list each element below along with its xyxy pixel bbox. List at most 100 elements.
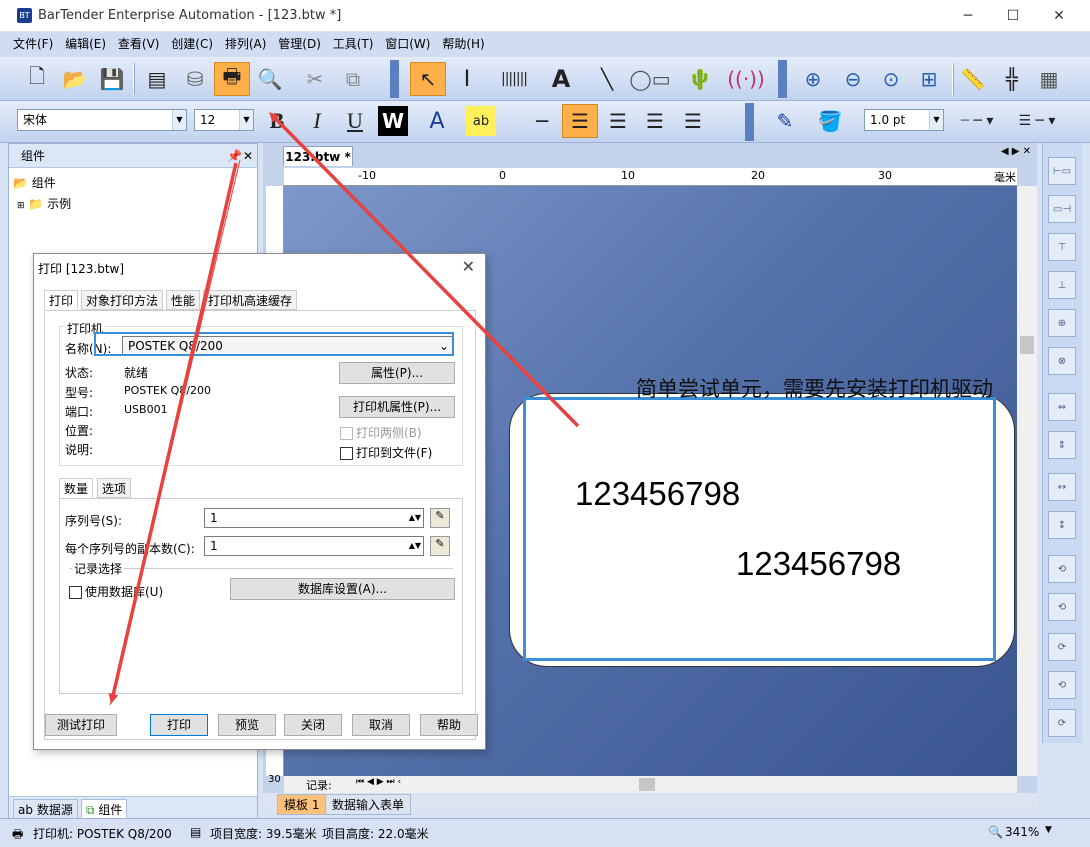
database-icon[interactable]: ⛁ bbox=[180, 64, 210, 94]
page-setup-icon[interactable]: ▤ bbox=[142, 64, 172, 94]
font-size-select[interactable]: 12 ▼ bbox=[194, 109, 254, 131]
new-document-icon[interactable]: 🗋 bbox=[22, 64, 52, 94]
close-dialog-button[interactable]: 关闭 bbox=[284, 714, 342, 736]
tab-performance[interactable]: 性能 bbox=[166, 290, 201, 310]
duplex-checkbox[interactable]: 打印两侧(B) bbox=[340, 424, 422, 441]
save-icon[interactable]: 💾 bbox=[97, 64, 127, 94]
toolbar-overflow-icon[interactable] bbox=[778, 60, 787, 98]
menu-tools[interactable]: 工具(T) bbox=[333, 32, 374, 57]
tab-template-1[interactable]: 模板 1 bbox=[277, 794, 327, 815]
rotate-90-cw-icon[interactable]: ⟳ bbox=[1048, 633, 1076, 661]
print-preview-icon[interactable]: 🔍 bbox=[255, 64, 285, 94]
zoom-fit-icon[interactable]: ⊙ bbox=[876, 64, 906, 94]
guides-icon[interactable]: ╬ bbox=[997, 64, 1027, 94]
rfid-icon[interactable]: ((·)) bbox=[727, 64, 765, 94]
tab-object-print-method[interactable]: 对象打印方法 bbox=[81, 290, 164, 310]
spinner-icon[interactable]: ▲▼ bbox=[409, 537, 421, 555]
close-icon[interactable]: ✕ bbox=[243, 144, 253, 168]
align-right-objects-icon[interactable]: ▭⊣ bbox=[1048, 195, 1076, 223]
tab-data-entry-form[interactable]: 数据输入表单 bbox=[325, 794, 412, 815]
rotate-90-icon[interactable]: ⟲ bbox=[1048, 555, 1076, 583]
align-center-objects-icon[interactable]: ⊕ bbox=[1048, 309, 1076, 337]
distribute-horizontal-icon[interactable]: ⇔ bbox=[1048, 393, 1076, 421]
zoom-dropdown-icon[interactable]: ▼ bbox=[1045, 825, 1052, 835]
tab-components[interactable]: ⧉ 组件 bbox=[81, 799, 128, 820]
tree-root[interactable]: 📂 组件 bbox=[13, 174, 56, 191]
toolbar-overflow-icon[interactable] bbox=[745, 103, 754, 141]
line-end-icon[interactable]: ☰ ─ ▾ bbox=[1010, 106, 1064, 136]
label-text-1[interactable]: 123456798 bbox=[575, 475, 740, 513]
menu-create[interactable]: 创建(C) bbox=[171, 32, 213, 57]
close-icon[interactable]: ✕ bbox=[462, 257, 475, 276]
print-icon[interactable]: 🖶 bbox=[214, 62, 250, 96]
label-text-2[interactable]: 123456798 bbox=[736, 545, 901, 583]
cancel-button[interactable]: 取消 bbox=[352, 714, 410, 736]
word-wrap-icon[interactable]: W bbox=[378, 106, 408, 136]
underline-icon[interactable]: U bbox=[340, 106, 370, 136]
line-color-icon[interactable]: ✎ bbox=[770, 106, 800, 136]
spinner-icon[interactable]: ▲▼ bbox=[409, 509, 421, 527]
align-justify-icon[interactable]: ☰ bbox=[678, 106, 708, 136]
zoom-out-icon[interactable]: ⊖ bbox=[838, 64, 868, 94]
horizontal-scrollbar[interactable]: 记录: ⏮ ◀ ▶ ⏭ ‹ bbox=[284, 776, 1017, 793]
font-color-icon[interactable]: A bbox=[422, 106, 452, 136]
select-pointer-icon[interactable]: ↖ bbox=[410, 62, 446, 96]
scroll-thumb[interactable] bbox=[1020, 336, 1034, 354]
status-zoom[interactable]: 341% bbox=[1005, 825, 1039, 839]
tab-document[interactable]: 123.btw * bbox=[283, 146, 353, 166]
rotate-1-icon[interactable]: ⟲ bbox=[1048, 671, 1076, 699]
bold-icon[interactable]: B bbox=[262, 106, 292, 136]
ruler-icon[interactable]: 📏 bbox=[958, 64, 988, 94]
cut-icon[interactable]: ✂ bbox=[300, 64, 330, 94]
align-left-objects-icon[interactable]: ⊢▭ bbox=[1048, 157, 1076, 185]
menu-view[interactable]: 查看(V) bbox=[118, 32, 160, 57]
menu-window[interactable]: 窗口(W) bbox=[385, 32, 430, 57]
tab-quantity[interactable]: 数量 bbox=[59, 478, 94, 498]
toolbar-overflow-icon[interactable] bbox=[390, 60, 399, 98]
scroll-thumb[interactable] bbox=[639, 778, 655, 791]
use-database-checkbox[interactable]: 使用数据库(U) bbox=[69, 583, 163, 600]
highlight-color-icon[interactable]: ab bbox=[466, 106, 496, 136]
print-button[interactable]: 打印 bbox=[150, 714, 208, 736]
shape-tool-icon[interactable]: ◯▭ bbox=[629, 64, 670, 94]
line-width-select[interactable]: 1.0 pt ▼ bbox=[864, 109, 944, 131]
print-to-file-checkbox[interactable]: 打印到文件(F) bbox=[340, 444, 432, 461]
pin-icon[interactable]: 📌 bbox=[227, 144, 242, 168]
zoom-in-icon[interactable]: ⊕ bbox=[798, 64, 828, 94]
minimize-button[interactable]: ─ bbox=[953, 6, 983, 26]
same-width-icon[interactable]: ↔ bbox=[1048, 473, 1076, 501]
menu-edit[interactable]: 编辑(E) bbox=[65, 32, 106, 57]
fill-color-icon[interactable]: 🪣 bbox=[815, 106, 845, 136]
tab-datasource[interactable]: ab 数据源 bbox=[13, 799, 78, 820]
tree-item-sample[interactable]: ⊞ 📁 示例 bbox=[17, 195, 71, 212]
italic-icon[interactable]: I bbox=[302, 106, 332, 136]
picture-tool-icon[interactable]: 🌵 bbox=[680, 64, 720, 94]
copies-input[interactable]: 1 ▲▼ bbox=[204, 536, 424, 556]
align-bottom-objects-icon[interactable]: ⊥ bbox=[1048, 271, 1076, 299]
serial-options-icon[interactable]: ✎ bbox=[430, 508, 450, 528]
zoom-page-icon[interactable]: ⊞ bbox=[914, 64, 944, 94]
open-folder-icon[interactable]: 📂 bbox=[60, 64, 90, 94]
tab-options[interactable]: 选项 bbox=[97, 478, 132, 498]
line-style-icon[interactable]: ┈ ─ ▾ bbox=[950, 106, 1004, 136]
align-none-icon[interactable]: ─ bbox=[527, 106, 557, 136]
tab-printer-cache[interactable]: 打印机高速缓存 bbox=[203, 290, 298, 310]
properties-button[interactable]: 属性(P)... bbox=[339, 362, 455, 384]
menu-file[interactable]: 文件(F) bbox=[13, 32, 53, 57]
serial-number-input[interactable]: 1 ▲▼ bbox=[204, 508, 424, 528]
menu-manage[interactable]: 管理(D) bbox=[278, 32, 321, 57]
rotate-180-icon[interactable]: ⟲ bbox=[1048, 593, 1076, 621]
rotate-1-cw-icon[interactable]: ⟳ bbox=[1048, 709, 1076, 737]
tab-nav-icon[interactable]: ◀ ▶ ✕ bbox=[1001, 146, 1031, 157]
align-middle-objects-icon[interactable]: ⊗ bbox=[1048, 347, 1076, 375]
align-left-icon[interactable]: ☰ bbox=[562, 104, 598, 138]
record-nav-icon[interactable]: ⏮ ◀ ▶ ⏭ ‹ bbox=[356, 777, 401, 787]
align-right-icon[interactable]: ☰ bbox=[640, 106, 670, 136]
line-tool-icon[interactable]: ╲ bbox=[592, 64, 622, 94]
same-height-icon[interactable]: ↕ bbox=[1048, 511, 1076, 539]
barcode-icon[interactable]: ||||||| bbox=[494, 64, 534, 94]
distribute-vertical-icon[interactable]: ⇕ bbox=[1048, 431, 1076, 459]
align-center-icon[interactable]: ☰ bbox=[603, 106, 633, 136]
menu-help[interactable]: 帮助(H) bbox=[442, 32, 484, 57]
test-print-button[interactable]: 测试打印 bbox=[45, 714, 117, 736]
